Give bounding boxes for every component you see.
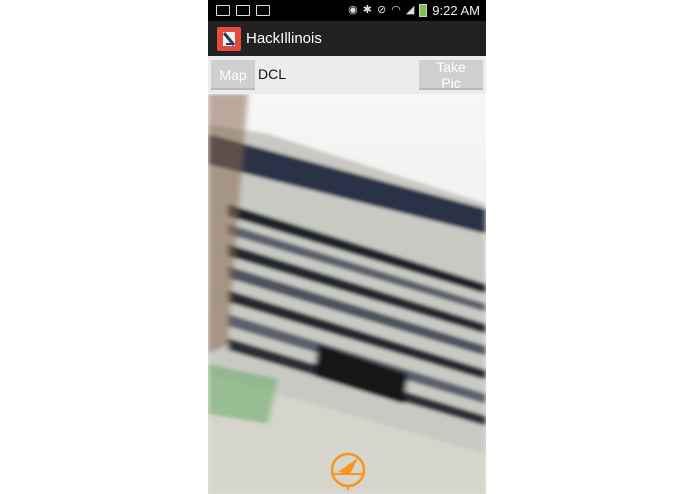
notification-icons [208,5,270,16]
mute-icon: ⊘ [377,4,387,16]
wifi-icon: ◠ [391,4,401,16]
compass-icon[interactable] [326,450,370,490]
image-icon [216,5,230,16]
toolbar: Map DCL Take Pic [208,56,486,94]
eye-icon: ◉ [348,4,358,16]
gmail-icon [256,5,270,16]
system-icons: ◉ ✱ ⊘ ◠ ◢ 9:22 AM [348,0,480,21]
action-bar: HackIllinois [208,21,486,56]
location-label: DCL [258,66,287,82]
bluetooth-icon: ✱ [362,4,372,16]
signal-icon: ◢ [405,4,415,16]
app-logo-icon[interactable] [217,26,241,51]
battery-icon [419,4,428,17]
status-time: 9:22 AM [432,3,480,18]
phone-screen: ◉ ✱ ⊘ ◠ ◢ 9:22 AM HackIllinois Map DCL T… [208,0,486,494]
camera-image [208,94,486,494]
take-pic-button[interactable]: Take Pic [419,59,483,91]
camera-preview[interactable] [208,94,486,494]
status-bar: ◉ ✱ ⊘ ◠ ◢ 9:22 AM [208,0,486,21]
app-title: HackIllinois [246,30,322,47]
map-button[interactable]: Map [211,60,255,90]
gmail-icon [236,5,250,16]
